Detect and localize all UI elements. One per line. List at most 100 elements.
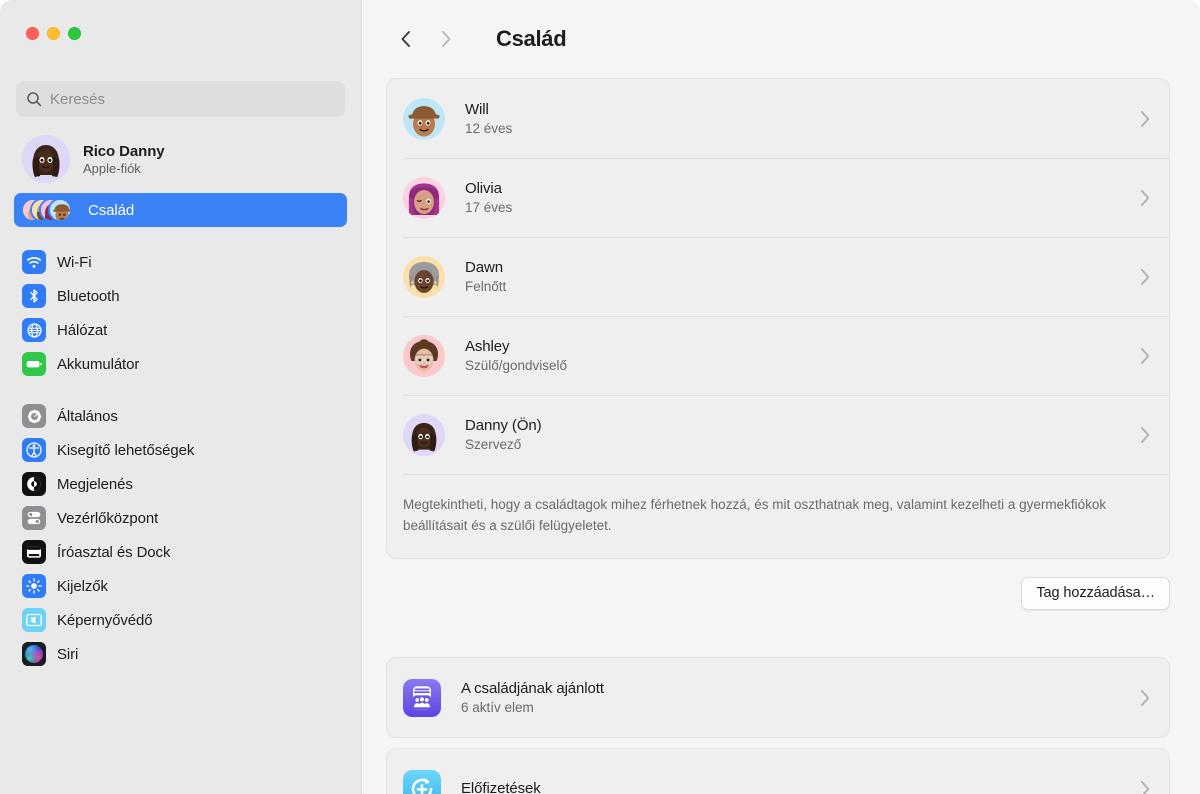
sidebar-item-label: Wi-Fi — [57, 253, 92, 271]
family-recommendations-icon — [403, 678, 441, 717]
list-item-text: Előfizetések — [461, 780, 1140, 794]
sidebar-item-label: Általános — [57, 407, 118, 425]
list-item[interactable]: A családjának ajánlott 6 aktív elem — [387, 658, 1169, 737]
member-name: Danny (Ön) — [465, 417, 542, 434]
siri-orb-icon — [22, 642, 46, 666]
sidebar-item-screensaver[interactable]: Képernyővédő — [14, 603, 347, 637]
nav-group-divider — [14, 381, 347, 399]
desktop-dock-icon — [22, 540, 46, 564]
member-role: Szülő/gondviselő — [465, 358, 568, 373]
table-row[interactable]: Will 12 éves — [387, 79, 1169, 158]
member-name: Dawn — [465, 259, 503, 276]
member-name: Will — [465, 101, 489, 118]
wifi-icon — [22, 250, 46, 274]
table-row[interactable]: Dawn Felnőtt — [387, 237, 1169, 316]
member-role: 12 éves — [465, 121, 513, 136]
sidebar-item-accessibility[interactable]: Kisegítő lehetőségek — [14, 433, 347, 467]
screensaver-icon — [22, 608, 46, 632]
network-globe-icon — [22, 318, 46, 342]
apple-account-row[interactable]: Rico Danny Apple-fiók — [14, 131, 347, 187]
family-members-card: Will 12 éves Olivia 17 éves Dawn Felnőtt… — [386, 78, 1170, 560]
displays-brightness-icon — [22, 574, 46, 598]
avatar — [403, 413, 445, 456]
chevron-right-icon — [1141, 189, 1150, 206]
back-button[interactable] — [386, 19, 426, 59]
sidebar: Rico Danny Apple-fiók — [0, 0, 362, 794]
list-item[interactable]: Előfizetések — [387, 749, 1169, 794]
sidebar-item-label: Hálózat — [57, 321, 108, 339]
avatar — [403, 176, 445, 219]
list-item-title: Előfizetések — [461, 780, 541, 794]
control-center-icon — [22, 506, 46, 530]
chevron-left-icon — [401, 31, 410, 47]
sidebar-item-appearance[interactable]: Megjelenés — [14, 467, 347, 501]
sidebar-item-family[interactable]: Család — [14, 193, 347, 227]
sidebar-item-label: Siri — [57, 645, 79, 663]
sidebar-item-label: Bluetooth — [57, 287, 120, 305]
avatar — [22, 135, 70, 183]
close-button[interactable] — [26, 27, 39, 40]
member-text: Ashley Szülő/gondviselő — [465, 338, 1140, 373]
avatar — [403, 255, 445, 298]
family-recommendations-card: A családjának ajánlott 6 aktív elem — [386, 657, 1170, 739]
add-member-button[interactable]: Tag hozzáadása… — [1021, 577, 1170, 611]
sidebar-item-control-center[interactable]: Vezérlőközpont — [14, 501, 347, 535]
appearance-icon — [22, 472, 46, 496]
search-icon — [27, 92, 42, 107]
member-name: Ashley — [465, 338, 510, 355]
member-text: Olivia 17 éves — [465, 180, 1140, 215]
search-input[interactable] — [50, 90, 335, 108]
sidebar-item-battery[interactable]: Akkumulátor — [14, 347, 347, 381]
list-item-title: A családjának ajánlott — [461, 680, 604, 698]
system-settings-window: Rico Danny Apple-fiók — [0, 0, 1200, 794]
sidebar-item-bluetooth[interactable]: Bluetooth — [14, 279, 347, 313]
accessibility-icon — [22, 438, 46, 462]
sidebar-item-wifi[interactable]: Wi-Fi — [14, 245, 347, 279]
family-description-block: Megtekintheti, hogy a családtagok mihez … — [387, 474, 1169, 558]
main-pane: Család Will 12 éves Olivia 17 éves Dawn … — [362, 0, 1200, 794]
family-avatars-icon — [21, 197, 73, 223]
chevron-right-icon — [1141, 780, 1150, 794]
table-row[interactable]: Olivia 17 éves — [387, 158, 1169, 237]
content-area: Will 12 éves Olivia 17 éves Dawn Felnőtt… — [362, 78, 1200, 794]
sidebar-item-label: Kijelzők — [57, 577, 108, 595]
card-spacer — [386, 738, 1170, 748]
sidebar-item-network[interactable]: Hálózat — [14, 313, 347, 347]
member-text: Will 12 éves — [465, 101, 1140, 136]
sidebar-item-siri[interactable]: Siri — [14, 637, 347, 671]
minimize-button[interactable] — [47, 27, 60, 40]
toolbar: Család — [362, 0, 1200, 78]
page-title: Család — [496, 26, 567, 51]
member-role: Szervező — [465, 437, 522, 452]
chevron-right-icon — [1141, 689, 1150, 706]
sidebar-item-general[interactable]: Általános — [14, 399, 347, 433]
sidebar-item-displays[interactable]: Kijelzők — [14, 569, 347, 603]
account-name: Rico Danny — [83, 142, 165, 160]
zoom-button[interactable] — [68, 27, 81, 40]
window-controls — [14, 0, 347, 62]
avatar — [403, 97, 445, 140]
avatar — [403, 334, 445, 377]
nav-group-connectivity: Wi-Fi Bluetooth Hálózat Akkumulátor — [14, 245, 347, 381]
member-name: Olivia — [465, 180, 502, 197]
member-text: Danny (Ön) Szervező — [465, 417, 1140, 452]
chevron-right-icon — [1141, 347, 1150, 364]
forward-button[interactable] — [426, 19, 466, 59]
nav-group-system: Általános Kisegítő lehetőségek Megjelené… — [14, 399, 347, 671]
search-box[interactable] — [16, 81, 345, 117]
chevron-right-icon — [1141, 268, 1150, 285]
sidebar-item-label: Képernyővédő — [57, 611, 153, 629]
sidebar-item-desktop-dock[interactable]: Íróasztal és Dock — [14, 535, 347, 569]
add-member-row: Tag hozzáadása… — [386, 559, 1170, 611]
chevron-right-icon — [1141, 110, 1150, 127]
nav-group-family: Család — [14, 193, 347, 227]
gear-icon — [22, 404, 46, 428]
list-item-text: A családjának ajánlott 6 aktív elem — [461, 680, 1140, 715]
table-row[interactable]: Danny (Ön) Szervező — [387, 395, 1169, 474]
nav-group-divider — [14, 227, 347, 245]
battery-icon — [22, 352, 46, 376]
list-item-subtitle: 6 aktív elem — [461, 700, 534, 716]
subscriptions-icon — [403, 769, 441, 794]
table-row[interactable]: Ashley Szülő/gondviselő — [387, 316, 1169, 395]
account-text: Rico Danny Apple-fiók — [83, 143, 165, 176]
